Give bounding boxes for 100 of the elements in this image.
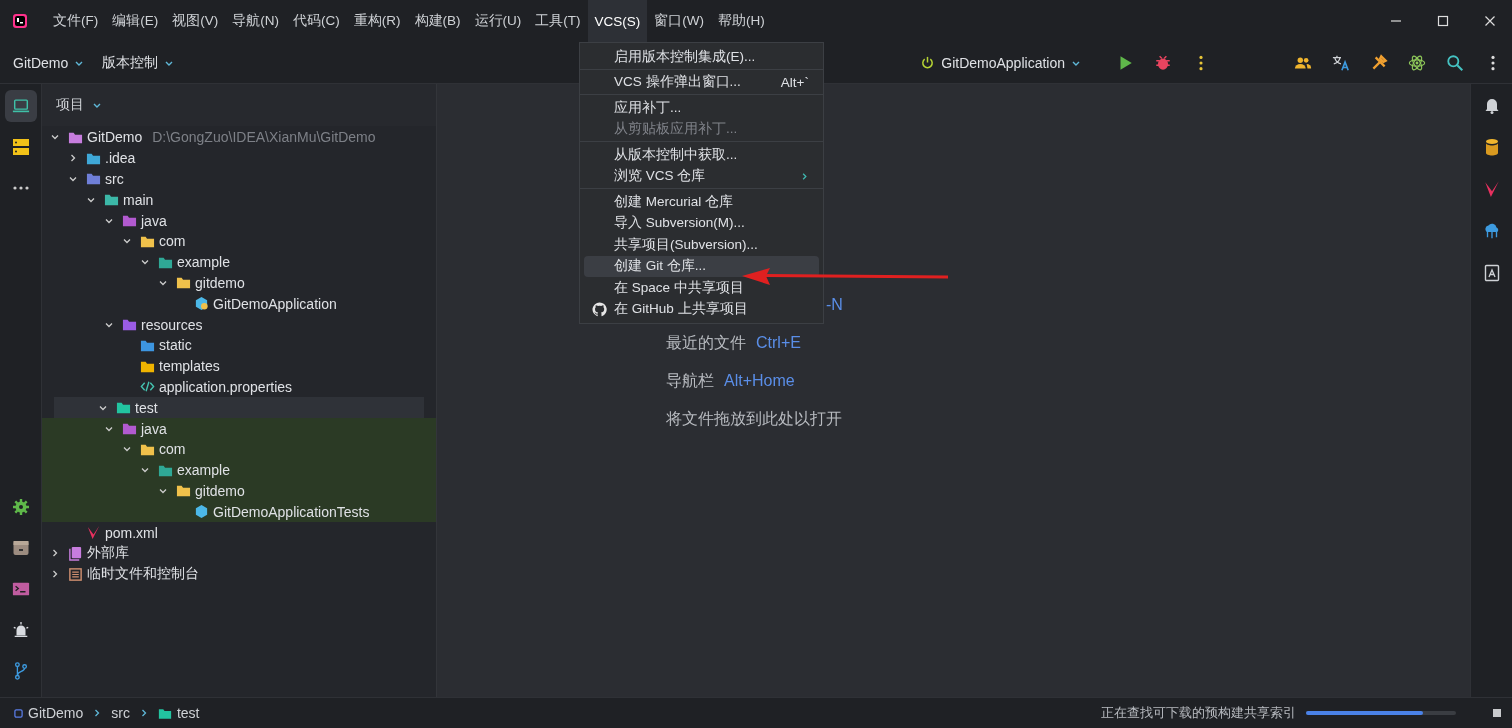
chevron-down-icon[interactable] <box>68 174 78 184</box>
menu-option[interactable]: VCS 操作弹出窗口... Alt+` <box>584 71 819 93</box>
menu-item[interactable]: 构建(B) <box>407 0 468 42</box>
chevron-right-icon[interactable] <box>50 569 60 580</box>
more-horizontal-icon <box>11 185 30 191</box>
box-icon <box>11 539 30 557</box>
tree-row[interactable]: main <box>42 189 436 211</box>
status-message: 正在查找可下载的预构建共享索引 <box>1101 704 1296 722</box>
tree-row[interactable]: test <box>54 397 424 419</box>
run-config-dropdown[interactable]: GitDemoApplication <box>911 47 1090 78</box>
search-icon[interactable] <box>1446 53 1464 72</box>
maximize-icon[interactable] <box>1437 15 1449 27</box>
tree-row[interactable]: GitDemoApplication <box>42 293 436 315</box>
tree-item-label: com <box>159 441 186 458</box>
book-icon <box>68 545 83 561</box>
translate-icon[interactable] <box>1332 53 1350 72</box>
laptop-icon <box>11 97 30 115</box>
tree-item-label: GitDemoApplicationTests <box>213 503 370 520</box>
settings-icon <box>11 498 30 516</box>
shortcut-text: -N <box>826 296 843 314</box>
tree-item-label: GitDemoApplication <box>213 295 337 312</box>
tree-row[interactable]: static <box>42 334 436 356</box>
tree-row[interactable]: GitDemo D:\GongZuo\IDEA\XianMu\GitDemo <box>42 127 436 148</box>
project-tool-button[interactable] <box>4 90 37 122</box>
menu-option[interactable]: 在 Space 中共享项目 <box>584 277 819 299</box>
menu-option[interactable]: 在 GitHub 上共享项目 <box>584 298 819 320</box>
menu-item[interactable]: 工具(T) <box>528 0 588 42</box>
tree-item-label: src <box>105 171 124 187</box>
tree-item-label: application.properties <box>159 378 293 395</box>
breadcrumb[interactable]: test <box>157 705 200 721</box>
tree-row[interactable]: com <box>42 438 436 460</box>
document-icon[interactable] <box>1482 264 1501 282</box>
list-icon <box>68 566 83 582</box>
menu-item[interactable]: 编辑(E) <box>105 0 166 42</box>
tree-row[interactable]: GitDemoApplicationTests <box>42 501 436 523</box>
menu-option[interactable]: 创建 Mercurial 仓库 <box>584 191 819 213</box>
tree-row[interactable]: gitdemo <box>42 480 436 502</box>
tools-icon[interactable] <box>1370 53 1388 72</box>
tree-item-label: resources <box>141 316 203 333</box>
atom-icon[interactable] <box>1408 53 1426 72</box>
folder-icon <box>176 483 191 499</box>
menu-item[interactable]: 重构(R) <box>346 0 408 42</box>
menu-option[interactable]: 创建 Git 仓库... <box>584 255 819 277</box>
tree-item-label: 临时文件和控制台 <box>87 565 199 584</box>
menu-option[interactable]: 从版本控制中获取... <box>584 144 819 166</box>
hint-label: 最近的文件 <box>666 332 746 353</box>
folder-icon <box>122 421 137 437</box>
tree-row[interactable]: java <box>42 210 436 231</box>
tree-row[interactable]: src <box>42 168 436 190</box>
class-icon <box>194 504 209 520</box>
folder-icon <box>176 275 191 291</box>
menu-option[interactable]: 浏览 VCS 仓库 <box>584 165 819 187</box>
menu-item[interactable]: VCS(S) <box>587 0 648 42</box>
menu-option[interactable]: 导入 Subversion(M)... <box>584 212 819 234</box>
tree-row[interactable]: com <box>42 231 436 252</box>
menu-item[interactable]: 代码(C) <box>286 0 347 42</box>
stop-icon[interactable] <box>1492 708 1502 718</box>
project-view-dropdown[interactable]: 项目 <box>50 95 108 115</box>
app-logo-icon[interactable] <box>12 13 28 29</box>
tree-item-label: example <box>177 462 230 479</box>
tree-item-label: example <box>177 254 230 271</box>
terminal-icon <box>11 580 30 598</box>
alarm-light-icon <box>11 621 30 639</box>
tree-row[interactable]: java <box>42 418 436 439</box>
tree-row[interactable]: resources <box>42 314 436 335</box>
tree-row[interactable]: 临时文件和控制台 <box>42 563 436 585</box>
tree-row[interactable]: pom.xml <box>42 522 436 543</box>
tree-row[interactable]: example <box>42 251 436 273</box>
menu-option[interactable]: 启用版本控制集成(E)... <box>584 46 819 68</box>
tree-row[interactable]: 外部库 <box>42 542 436 564</box>
menu-option[interactable]: 共享项目(Subversion)... <box>584 234 819 256</box>
menu-item[interactable]: 窗口(W) <box>647 0 711 42</box>
tree-item-label: test <box>135 399 158 416</box>
close-icon[interactable] <box>1484 15 1496 27</box>
menu-option[interactable]: 应用补丁... <box>584 97 819 119</box>
chevron-right-icon[interactable] <box>68 153 78 164</box>
tree-row[interactable]: .idea <box>42 147 436 169</box>
bug-icon[interactable] <box>1154 53 1172 72</box>
cloud-icon[interactable] <box>1482 222 1501 240</box>
hint-label: 导航栏 <box>666 370 714 391</box>
project-path: D:\GongZuo\IDEA\XianMu\GitDemo <box>152 129 376 146</box>
menu-item[interactable]: 运行(U) <box>467 0 529 42</box>
tree-item-label: pom.xml <box>105 524 158 541</box>
chevron-right-icon[interactable] <box>50 548 60 559</box>
menu-item[interactable]: 文件(F) <box>46 0 106 42</box>
breadcrumb[interactable]: GitDemo <box>14 705 84 721</box>
vcs-dropdown[interactable]: 版本控制 <box>93 47 184 78</box>
tree-row[interactable]: application.properties <box>42 376 436 398</box>
tree-item-label: com <box>159 233 186 250</box>
menu-item[interactable]: 视图(V) <box>165 0 226 42</box>
tree-row[interactable]: templates <box>42 355 436 377</box>
tree-row[interactable]: example <box>42 459 436 481</box>
tree-row[interactable]: gitdemo <box>42 272 436 294</box>
project-dropdown[interactable]: GitDemo <box>4 47 94 78</box>
github-icon <box>592 301 607 317</box>
menu-item[interactable]: 帮助(H) <box>711 0 772 42</box>
breadcrumb[interactable]: src <box>111 705 130 721</box>
tree-item-label: main <box>123 191 154 208</box>
tree-item-label: gitdemo <box>195 274 245 291</box>
menu-item[interactable]: 导航(N) <box>225 0 286 42</box>
